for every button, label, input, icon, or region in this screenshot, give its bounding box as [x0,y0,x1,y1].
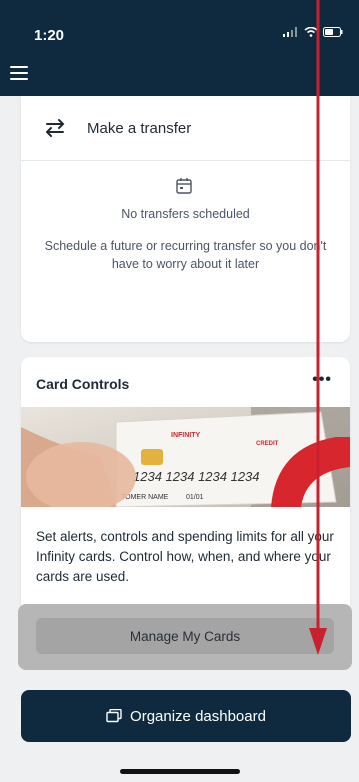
status-icons [283,27,343,37]
organize-icon [106,709,122,723]
credit-card-image: INFINITY CREDIT 1234 1234 1234 1234 TOME… [21,407,350,507]
calendar-icon [176,178,192,194]
manage-my-cards-button[interactable]: Manage My Cards [36,618,334,654]
organize-dashboard-button[interactable]: Organize dashboard [21,690,351,742]
transfer-arrows-icon [45,119,65,137]
divider [21,160,350,161]
wifi-icon [304,27,318,37]
home-indicator[interactable] [120,769,240,774]
card-brand-text: INFINITY [171,432,200,439]
app-header: 1:20 [0,0,359,96]
transfer-title: Make a transfer [87,119,192,137]
card-type-text: CREDIT [256,441,279,447]
card-expiry-text: 01/01 [186,494,204,501]
card-number-text: 1234 1234 1234 1234 [133,469,260,484]
transfer-card: Make a transfer No transfers scheduled S… [21,96,350,342]
empty-state-title: No transfers scheduled [121,207,250,221]
manage-cards-overlay: Manage My Cards [18,604,352,670]
card-controls-description: Set alerts, controls and spending limits… [36,529,334,584]
battery-icon [323,27,343,37]
signal-icon [283,27,297,37]
card-controls-title: Card Controls [36,376,130,392]
status-time: 1:20 [34,27,65,44]
make-transfer-button[interactable]: Make a transfer [41,116,191,140]
empty-state-description: Schedule a future or recurring transfer … [44,239,327,271]
more-options-icon[interactable]: ••• [312,371,332,389]
card-holder-text: TOMER NAME [121,494,169,501]
organize-dashboard-label: Organize dashboard [130,707,266,725]
hamburger-menu-icon[interactable] [10,66,28,80]
